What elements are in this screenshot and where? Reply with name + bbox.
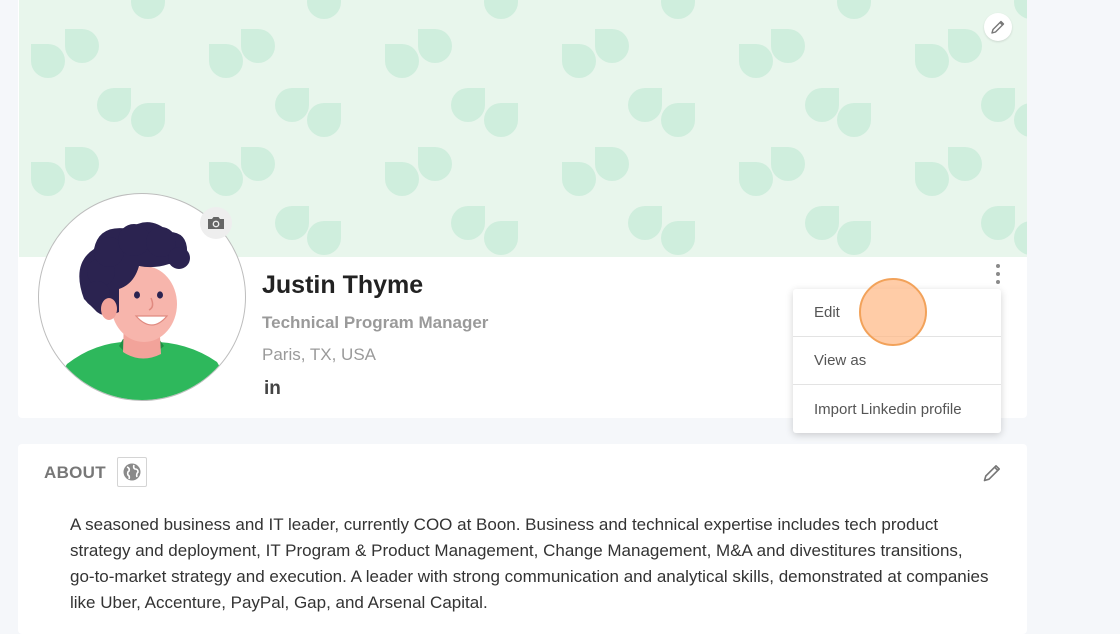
- cover-leaf-shape: [1014, 103, 1027, 137]
- cover-leaf-shape: [484, 221, 518, 255]
- cover-leaf-shape: [595, 29, 629, 63]
- visibility-button[interactable]: [117, 457, 147, 487]
- cover-leaf-shape: [275, 206, 309, 240]
- cover-leaf-shape: [771, 147, 805, 181]
- cover-leaf-shape: [837, 103, 871, 137]
- cover-leaf-shape: [661, 0, 695, 19]
- profile-job-title: Technical Program Manager: [262, 313, 489, 332]
- cover-leaf-shape: [209, 162, 243, 196]
- more-options-button[interactable]: [991, 262, 1005, 286]
- cover-leaf-shape: [451, 88, 485, 122]
- cover-leaf-shape: [484, 0, 518, 19]
- camera-icon: [208, 217, 224, 229]
- cover-leaf-shape: [805, 88, 839, 122]
- cover-leaf-shape: [1014, 221, 1027, 255]
- about-text: A seasoned business and IT leader, curre…: [70, 515, 989, 612]
- cover-leaf-shape: [915, 44, 949, 78]
- pencil-icon: [991, 20, 1005, 34]
- cover-leaf-shape: [451, 206, 485, 240]
- cover-leaf-shape: [241, 29, 275, 63]
- cover-leaf-shape: [628, 206, 662, 240]
- about-title: ABOUT: [44, 463, 106, 482]
- cover-leaf-shape: [981, 88, 1015, 122]
- cover-leaf-shape: [418, 29, 452, 63]
- cover-leaf-shape: [739, 44, 773, 78]
- cover-edit-button[interactable]: [984, 13, 1012, 41]
- cover-leaf-shape: [209, 44, 243, 78]
- cover-leaf-shape: [484, 103, 518, 137]
- cover-leaf-shape: [915, 162, 949, 196]
- cover-leaf-shape: [65, 29, 99, 63]
- pencil-icon: [983, 465, 1000, 482]
- cover-leaf-shape: [307, 0, 341, 19]
- cover-leaf-shape: [131, 103, 165, 137]
- click-indicator: [859, 278, 927, 346]
- profile-name: Justin Thyme: [262, 271, 424, 299]
- kebab-icon-dot: [996, 272, 1000, 276]
- about-edit-button[interactable]: [980, 461, 1004, 485]
- cover-leaf-shape: [307, 221, 341, 255]
- cover-leaf-shape: [31, 162, 65, 196]
- cover-leaf-shape: [97, 88, 131, 122]
- globe-icon: [123, 463, 141, 481]
- cover-leaf-shape: [131, 0, 165, 19]
- cover-leaf-shape: [595, 147, 629, 181]
- cover-leaf-shape: [562, 162, 596, 196]
- cover-leaf-shape: [771, 29, 805, 63]
- change-photo-button[interactable]: [200, 207, 232, 239]
- cover-leaf-shape: [837, 221, 871, 255]
- cover-leaf-shape: [385, 162, 419, 196]
- profile-location: Paris, TX, USA: [262, 345, 376, 364]
- cover-leaf-shape: [948, 29, 982, 63]
- linkedin-icon[interactable]: in: [264, 378, 281, 400]
- cover-leaf-shape: [948, 147, 982, 181]
- cover-leaf-shape: [805, 206, 839, 240]
- cover-leaf-shape: [385, 44, 419, 78]
- cover-leaf-shape: [31, 44, 65, 78]
- cover-leaf-shape: [661, 103, 695, 137]
- cover-leaf-shape: [418, 147, 452, 181]
- cover-leaf-shape: [1014, 0, 1027, 19]
- cover-leaf-shape: [307, 103, 341, 137]
- cover-leaf-shape: [739, 162, 773, 196]
- cover-leaf-shape: [65, 147, 99, 181]
- cover-leaf-shape: [661, 221, 695, 255]
- cover-leaf-shape: [241, 147, 275, 181]
- cover-leaf-shape: [628, 88, 662, 122]
- cover-leaf-shape: [562, 44, 596, 78]
- kebab-icon-dot: [996, 280, 1000, 284]
- cover-leaf-shape: [837, 0, 871, 19]
- cover-leaf-shape: [275, 88, 309, 122]
- kebab-icon-dot: [996, 264, 1000, 268]
- cover-leaf-shape: [981, 206, 1015, 240]
- menu-item-import-linkedin[interactable]: Import Linkedin profile: [793, 385, 1001, 433]
